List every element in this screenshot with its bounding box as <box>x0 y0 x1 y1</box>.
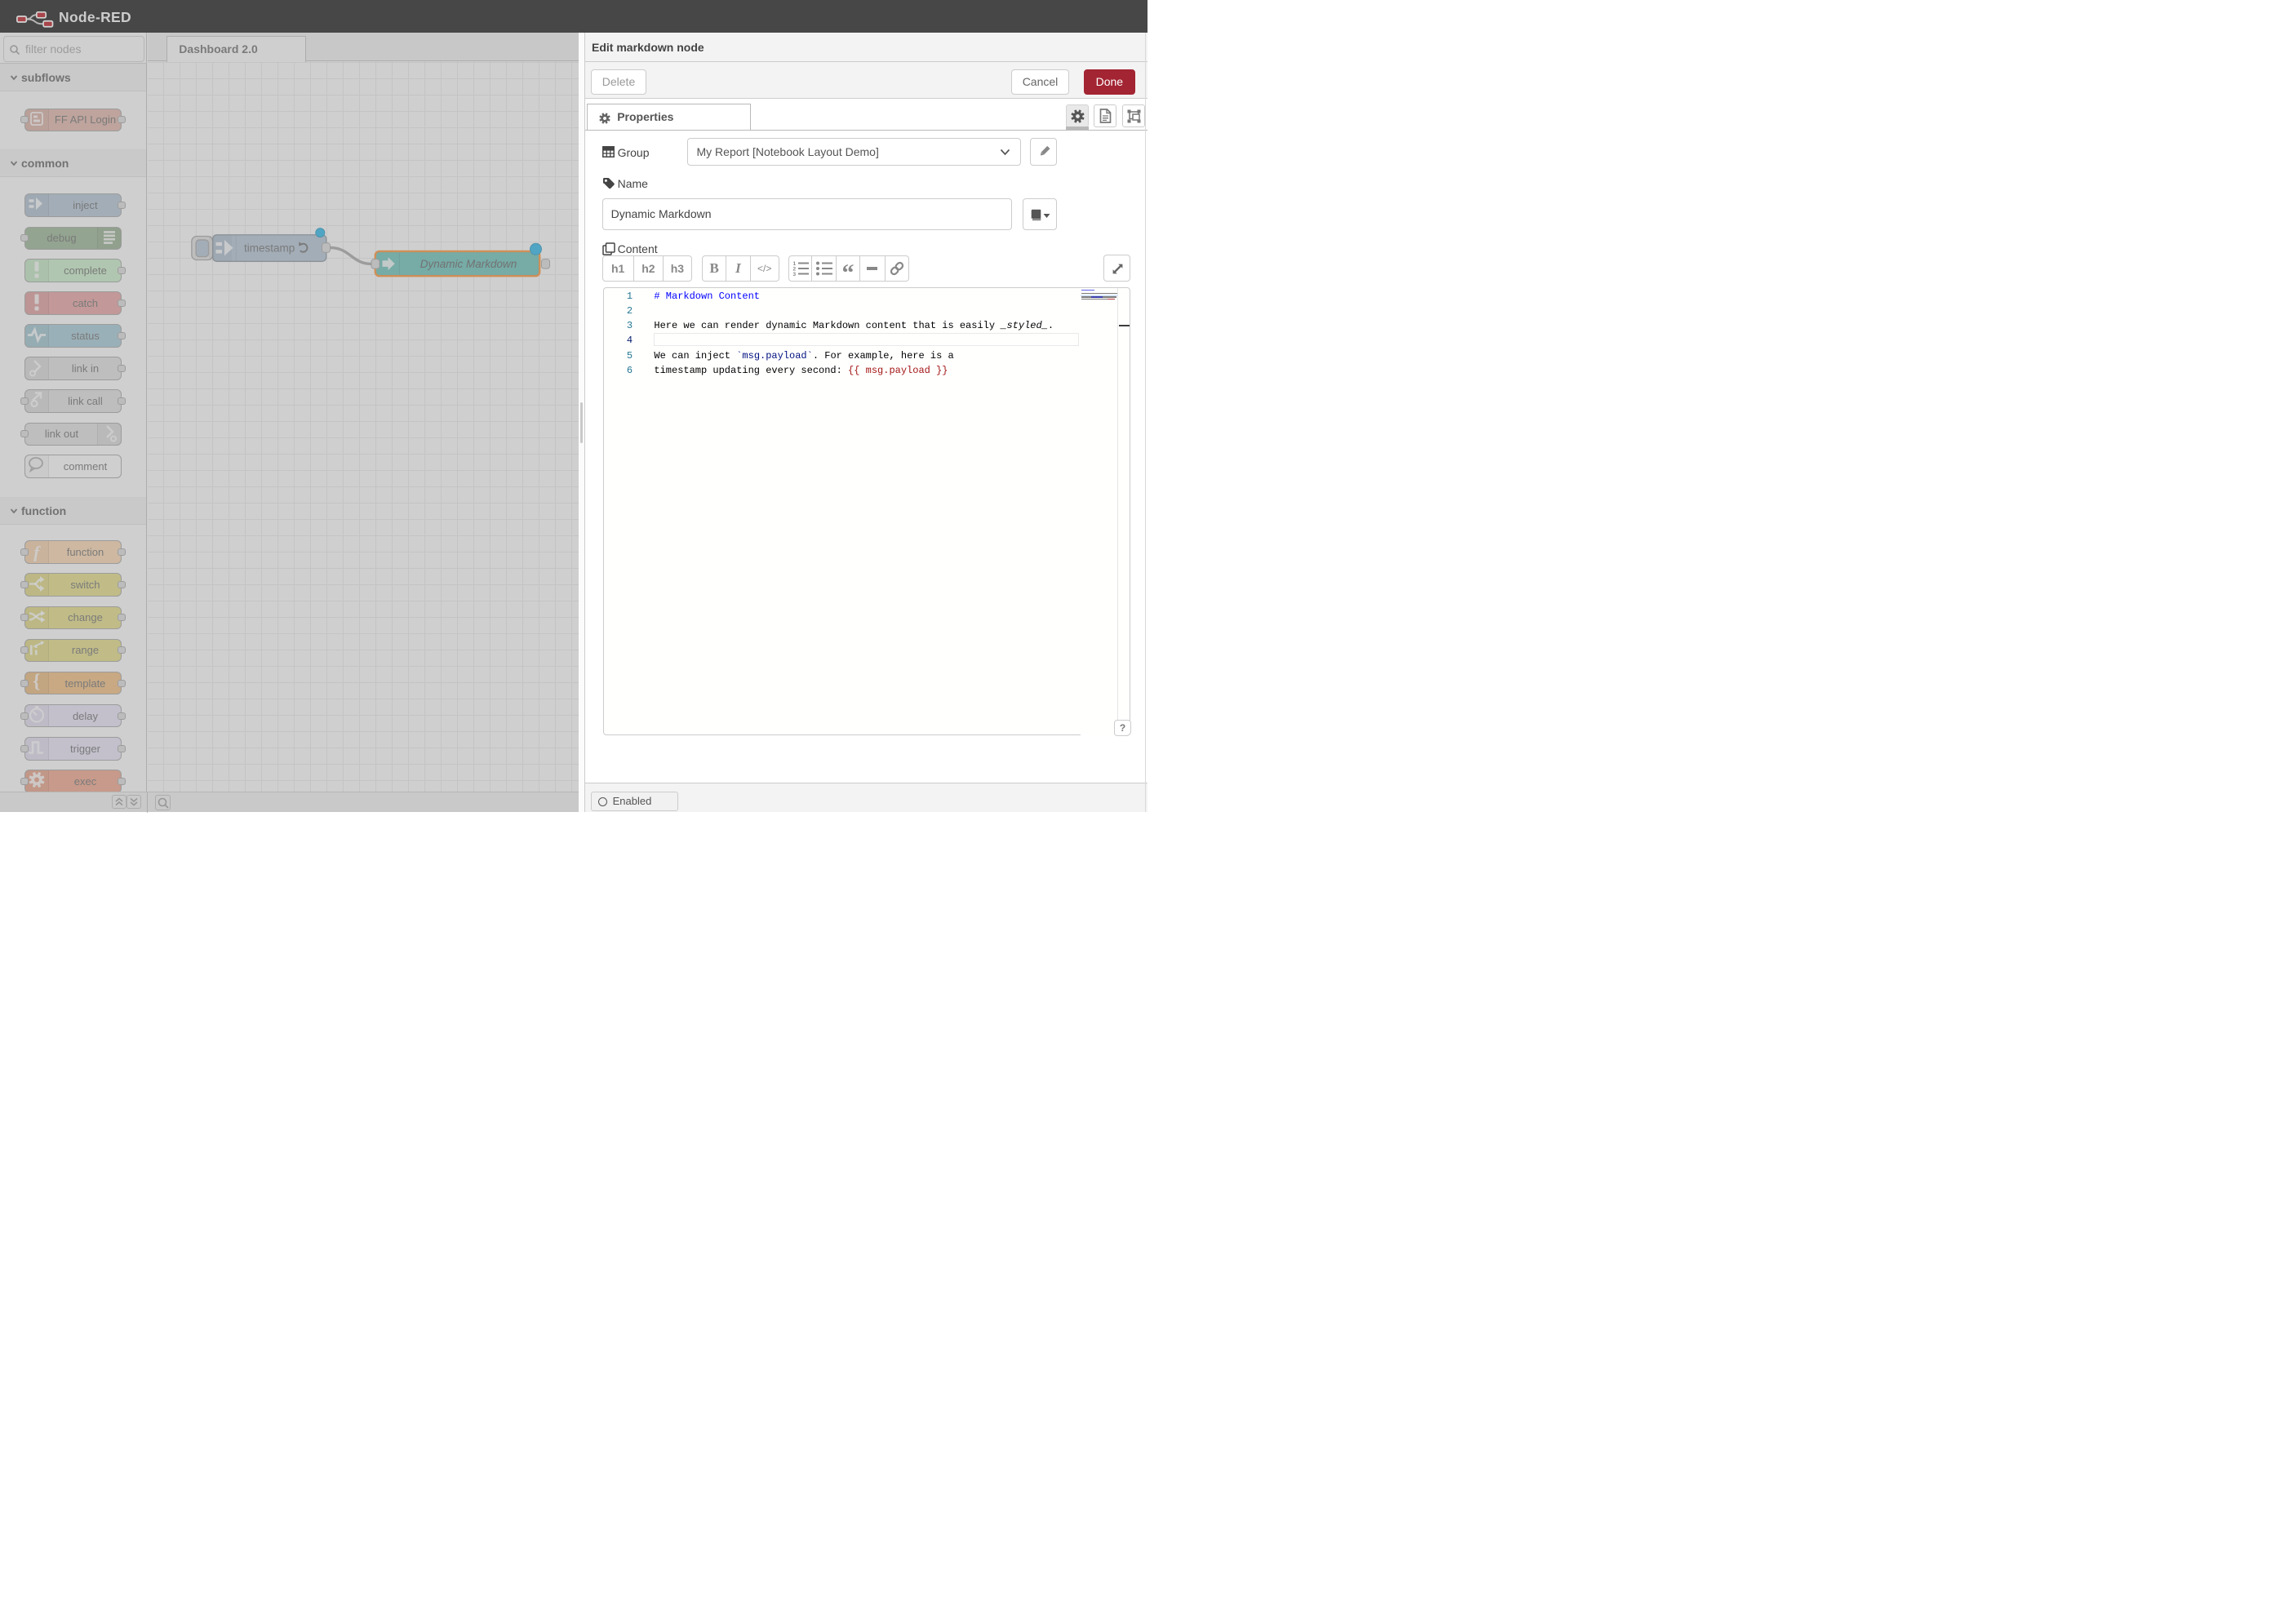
svg-text:3: 3 <box>792 272 796 277</box>
